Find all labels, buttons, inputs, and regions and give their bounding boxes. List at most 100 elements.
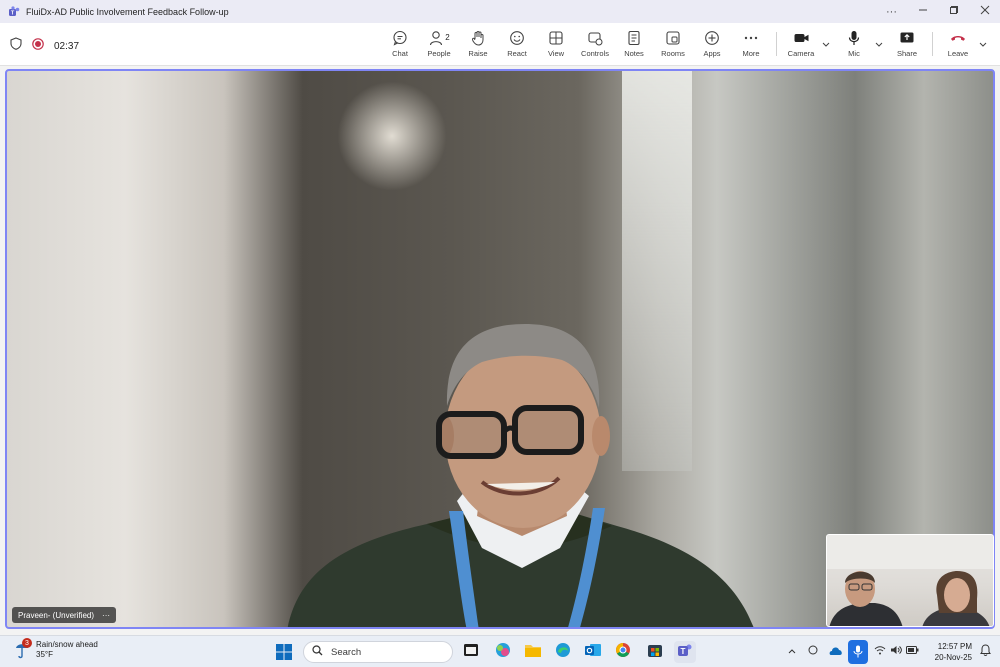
edge-icon: [555, 642, 571, 663]
share-button[interactable]: Share: [889, 28, 925, 62]
camera-options-chevron[interactable]: [821, 39, 831, 49]
self-view-tile[interactable]: [826, 534, 994, 627]
react-button[interactable]: React: [499, 28, 535, 62]
participant-video: [287, 324, 754, 627]
apps-button[interactable]: Apps: [694, 28, 730, 62]
share-label: Share: [896, 49, 917, 58]
chat-label: Chat: [392, 49, 408, 58]
onedrive-icon: [829, 646, 843, 657]
more-icon: ···: [886, 5, 897, 18]
people-icon: 2: [428, 28, 450, 47]
close-button[interactable]: [969, 0, 1000, 23]
people-button[interactable]: 2 People: [421, 28, 457, 62]
controls-label: Controls: [581, 49, 609, 58]
wifi-icon: [874, 645, 886, 657]
raise-hand-button[interactable]: Raise: [460, 28, 496, 62]
chevron-down-icon: [875, 35, 883, 53]
controls-icon: [587, 28, 603, 47]
react-label: React: [507, 49, 527, 58]
tray-volume[interactable]: [889, 644, 903, 658]
toolbar-divider: [776, 32, 777, 56]
share-screen-icon: [899, 28, 915, 47]
more-label: More: [742, 49, 760, 58]
search-placeholder: Search: [331, 646, 362, 658]
taskbar-app-chrome[interactable]: [612, 641, 634, 663]
window-controls: ···: [876, 0, 1000, 23]
weather-widget[interactable]: 3 Rain/snow ahead 35°F: [14, 638, 98, 660]
view-label: View: [547, 49, 565, 58]
meeting-toolbar: 02:37 Chat 2 People Raise React View Con…: [0, 23, 1000, 66]
taskbar-app-edge[interactable]: [552, 641, 574, 663]
weather-temp: 35°F: [36, 650, 53, 659]
taskbar-app-file-explorer[interactable]: [460, 641, 482, 663]
rooms-icon: [665, 28, 681, 47]
taskbar-app-files[interactable]: [522, 641, 544, 663]
mic-button[interactable]: Mic: [836, 28, 872, 62]
tray-onedrive[interactable]: [829, 644, 843, 658]
background-blur-light: [337, 81, 447, 191]
self-view-video: [827, 535, 993, 626]
chat-button[interactable]: Chat: [382, 28, 418, 62]
chevron-up-icon: [788, 646, 796, 656]
notification-button[interactable]: [978, 644, 992, 658]
chevron-down-icon: [979, 35, 987, 53]
raise-hand-icon: [470, 28, 486, 47]
taskbar-search[interactable]: Search: [303, 641, 453, 663]
camera-button[interactable]: Camera: [783, 28, 819, 62]
camera-icon: [793, 28, 810, 47]
hang-up-icon: [949, 28, 967, 47]
window-titlebar: T FluiDx-AD Public Involvement Feedback …: [0, 0, 1000, 23]
show-hidden-icons-button[interactable]: [785, 644, 799, 658]
taskbar-app-outlook[interactable]: [582, 641, 604, 663]
taskbar-clock[interactable]: 12:57 PM 20-Nov-25: [922, 641, 972, 663]
close-icon: [980, 5, 990, 18]
more-button[interactable]: More: [733, 28, 769, 62]
notification-icon: [979, 644, 991, 658]
clock-date: 20-Nov-25: [934, 653, 972, 662]
participant-more-button[interactable]: ···: [102, 611, 110, 620]
mic-options-chevron[interactable]: [874, 39, 884, 49]
battery-icon: [905, 646, 919, 656]
teams-icon: T: [677, 642, 693, 663]
taskbar-app-copilot[interactable]: [492, 641, 514, 663]
start-button[interactable]: [276, 644, 292, 660]
tray-battery[interactable]: [905, 644, 919, 658]
leave-options-chevron[interactable]: [978, 39, 988, 49]
view-button[interactable]: View: [538, 28, 574, 62]
people-count: 2: [445, 33, 450, 42]
window-title: FluiDx-AD Public Involvement Feedback Fo…: [26, 6, 229, 17]
smiley-icon: [509, 28, 525, 47]
camera-label: Camera: [787, 49, 815, 58]
chevron-down-icon: [822, 35, 830, 53]
toolbar-divider: [932, 32, 933, 56]
shield-icon[interactable]: [10, 37, 22, 55]
people-label: People: [427, 49, 451, 58]
rooms-button[interactable]: Rooms: [655, 28, 691, 62]
clock-time: 12:57 PM: [937, 642, 972, 651]
maximize-icon: [949, 5, 959, 18]
tray-wifi[interactable]: [873, 644, 887, 658]
leave-button[interactable]: Leave: [940, 28, 976, 62]
chrome-icon: [615, 642, 631, 663]
store-icon: [647, 642, 663, 663]
windows-taskbar: 3 Rain/snow ahead 35°F Search T 12:57 PM…: [0, 635, 1000, 667]
taskbar-app-store[interactable]: [644, 641, 666, 663]
weather-badge: 3: [22, 638, 32, 648]
chat-icon: [392, 28, 408, 47]
controls-button[interactable]: Controls: [577, 28, 613, 62]
maximize-button[interactable]: [938, 0, 969, 23]
notes-button[interactable]: Notes: [616, 28, 652, 62]
grid-view-icon: [548, 28, 564, 47]
tray-mic-in-use[interactable]: [848, 640, 868, 664]
more-options-button[interactable]: ···: [876, 0, 907, 23]
minimize-button[interactable]: [907, 0, 938, 23]
windows-logo-icon: [276, 644, 292, 664]
teams-logo-icon: T: [8, 5, 20, 18]
notes-label: Notes: [624, 49, 644, 58]
tray-sync[interactable]: [806, 644, 820, 658]
taskbar-app-teams[interactable]: T: [674, 641, 696, 663]
copilot-icon: [495, 642, 511, 663]
rooms-label: Rooms: [661, 49, 685, 58]
mic-label: Mic: [848, 49, 860, 58]
raise-label: Raise: [468, 49, 488, 58]
